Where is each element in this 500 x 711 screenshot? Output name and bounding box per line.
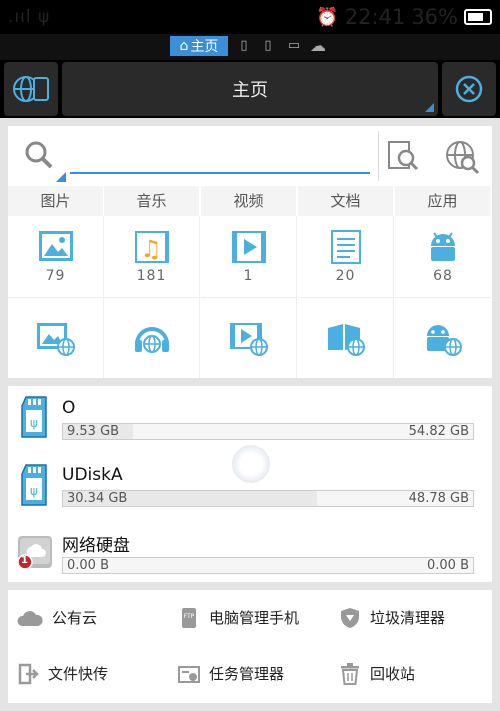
storage-name[interactable]: UDiskA — [62, 465, 123, 485]
tool-task-manager[interactable]: 任务管理器 — [169, 646, 330, 701]
storage-usage-bar: 30.34 GB 48.78 GB — [62, 490, 474, 507]
sd-card-icon: ψ — [21, 396, 47, 438]
video-icon — [231, 230, 266, 263]
category-music[interactable]: ♫ 181 — [104, 216, 200, 298]
storage-total: 48.78 GB — [408, 491, 469, 506]
storage-item-udiska[interactable]: ψ — [20, 464, 52, 506]
images-count: 79 — [45, 267, 66, 284]
dropdown-corner-icon — [425, 103, 434, 112]
apps-count: 68 — [433, 267, 453, 284]
tool-label: 回收站 — [370, 665, 416, 683]
network-docs[interactable] — [298, 298, 394, 378]
tool-cleaner[interactable]: 垃圾清理器 — [330, 590, 492, 645]
shield-icon — [341, 607, 359, 628]
tool-pc-manage[interactable]: FTP 电脑管理手机 — [169, 590, 330, 645]
clock: 22:41 — [344, 5, 406, 29]
storage-total: 54.82 GB — [408, 424, 469, 439]
close-window-button[interactable] — [442, 62, 496, 116]
trash-icon — [341, 662, 359, 685]
storage-name[interactable]: O — [62, 398, 75, 418]
storage-item-netdisk[interactable]: 1 — [16, 530, 56, 572]
cloud-icon — [17, 610, 43, 626]
docs-count: 20 — [335, 267, 356, 284]
network-apps[interactable] — [395, 298, 491, 378]
android-icon — [431, 231, 455, 261]
storage-used: 30.34 GB — [67, 491, 128, 506]
category-header-images[interactable]: 图片 — [8, 186, 104, 216]
task-manager-icon — [178, 665, 200, 683]
svg-text:FTP: FTP — [184, 613, 195, 620]
svg-text:ψ: ψ — [30, 416, 38, 430]
storage-usage-bar: 9.53 GB 54.82 GB — [62, 423, 474, 440]
close-icon — [455, 75, 483, 103]
divider — [378, 131, 379, 181]
tool-label: 文件快传 — [48, 665, 109, 683]
search-icon — [25, 141, 66, 182]
search-button[interactable] — [14, 130, 66, 182]
music-icon: ♫ — [134, 230, 169, 263]
category-header-docs[interactable]: 文档 — [298, 186, 394, 216]
tab-home-label: 主页 — [190, 39, 219, 55]
document-icon — [330, 229, 361, 264]
globe-device-icon — [13, 76, 49, 102]
tool-label: 垃圾清理器 — [370, 609, 446, 627]
netdisk-badge: 1 — [21, 555, 28, 566]
battery-icon — [464, 9, 492, 25]
category-images[interactable]: 79 — [8, 216, 104, 298]
music-count: 181 — [136, 267, 167, 284]
ftp-icon: FTP — [182, 607, 196, 628]
category-header-video[interactable]: 视频 — [201, 186, 297, 216]
search-input[interactable] — [70, 140, 370, 174]
tool-recycle-bin[interactable]: 回收站 — [330, 646, 492, 701]
tool-public-cloud[interactable]: 公有云 — [8, 590, 169, 645]
book-network-icon — [327, 324, 365, 356]
network-images[interactable] — [8, 298, 104, 378]
signal-icon: .ııl ψ — [8, 7, 51, 27]
network-music[interactable] — [104, 298, 200, 378]
home-icon: ⌂ — [179, 38, 189, 54]
globe-search-icon — [446, 141, 480, 175]
loading-spinner — [232, 445, 270, 483]
category-docs[interactable]: 20 — [298, 216, 394, 298]
svg-text:♫: ♫ — [140, 235, 162, 263]
image-icon — [38, 230, 73, 261]
web-search-button[interactable] — [438, 134, 486, 178]
storage-used: 0.00 B — [67, 558, 109, 573]
alarm-icon: ⏰ — [316, 6, 339, 28]
category-header-music[interactable]: 音乐 — [104, 186, 200, 216]
tab-cloud-icon[interactable]: ☁ — [310, 36, 326, 55]
tool-file-transfer[interactable]: 文件快传 — [8, 646, 169, 701]
category-header-apps[interactable]: 应用 — [395, 186, 491, 216]
local-search-button[interactable] — [382, 134, 426, 178]
window-switch-button[interactable] — [4, 62, 58, 116]
video-count: 1 — [243, 267, 254, 284]
storage-item-o[interactable]: ψ — [20, 396, 52, 438]
tab-home[interactable]: ⌂ 主页 — [170, 36, 228, 56]
storage-name[interactable]: 网络硬盘 — [62, 531, 130, 556]
path-title[interactable]: 主页 — [62, 62, 438, 116]
category-apps[interactable]: 68 — [395, 216, 491, 298]
file-search-icon — [388, 141, 419, 171]
network-video[interactable] — [201, 298, 297, 378]
tab-phone-icon[interactable]: ▯ — [236, 38, 252, 54]
storage-total: 0.00 B — [427, 558, 469, 573]
tool-label: 任务管理器 — [209, 665, 285, 683]
status-right: ⏰ 22:41 36% — [316, 5, 492, 29]
tool-label: 公有云 — [52, 609, 98, 627]
category-video[interactable]: 1 — [201, 216, 297, 298]
storage-used: 9.53 GB — [67, 424, 120, 439]
video-network-icon — [229, 323, 268, 356]
page-title: 主页 — [232, 80, 268, 101]
battery-percent: 36% — [411, 5, 458, 29]
svg-text:ψ: ψ — [30, 484, 38, 498]
tab-computer-icon[interactable]: ▭ — [286, 38, 302, 54]
sd-card-icon: ψ — [21, 464, 47, 506]
image-network-icon — [36, 323, 75, 356]
file-transfer-icon — [18, 663, 39, 684]
tab-phone2-icon[interactable]: ▯ — [260, 38, 276, 54]
storage-usage-bar: 0.00 B 0.00 B — [62, 557, 474, 574]
tool-label: 电脑管理手机 — [209, 609, 300, 627]
android-network-icon — [427, 325, 462, 356]
headphones-network-icon — [134, 327, 169, 353]
